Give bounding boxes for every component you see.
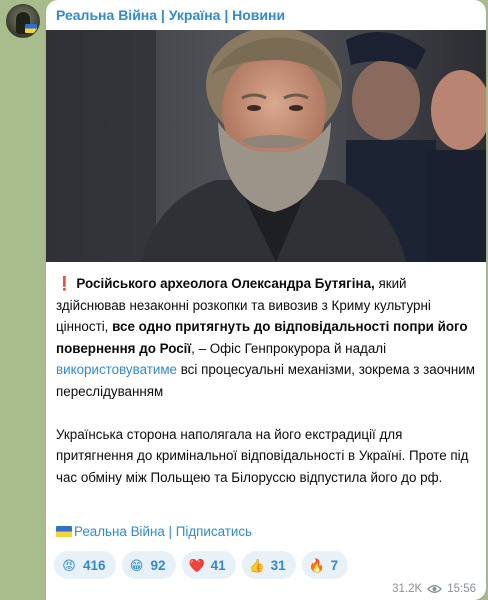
subscribe-label: Реальна Війна | Підписатись: [74, 524, 253, 539]
reaction-count: 41: [210, 557, 226, 573]
reaction-thumbs-up[interactable]: 👍 31: [241, 551, 296, 579]
message-footer: 31.2K 15:56: [392, 583, 476, 595]
post-paragraph-2: Українська сторона наполягала на його ек…: [56, 426, 469, 485]
reaction-count: 7: [330, 557, 339, 573]
channel-avatar[interactable]: [6, 4, 40, 38]
reaction-heart[interactable]: ❤️ 41: [181, 551, 236, 579]
post-text-2: , – Офіс Генпрокурора й надалі: [191, 340, 387, 356]
eye-icon: [427, 585, 443, 593]
fire-icon: 🔥: [308, 557, 325, 573]
reaction-count: 92: [150, 557, 166, 573]
subscribe-link[interactable]: Реальна Війна | Підписатись: [56, 524, 252, 539]
post-bold-1: Російського археолога Олександра Бутягін…: [76, 276, 375, 291]
ukraine-flag-icon: [25, 24, 37, 33]
reaction-angry[interactable]: 😡 416: [54, 551, 116, 579]
reaction-count: 416: [83, 557, 106, 573]
post-paragraph-1: ❗ Російського археолога Олександра Бутяг…: [56, 273, 480, 402]
thumbs-up-icon: 👍: [248, 557, 265, 573]
post-photo-image: [46, 30, 486, 262]
reactions-bar: 😡 416 😁 92 ❤️ 41 👍 31 🔥 7: [54, 551, 349, 579]
post-photo[interactable]: [46, 30, 486, 262]
reaction-count: 31: [270, 557, 286, 573]
channel-name[interactable]: Реальна Війна | Україна | Новини: [56, 7, 285, 23]
post-text: ❗ Російського археолога Олександра Бутяг…: [56, 273, 480, 510]
ukraine-flag-icon: [56, 526, 72, 537]
exclamation-icon: ❗: [56, 276, 73, 291]
message-time: 15:56: [447, 583, 476, 595]
heart-icon: ❤️: [188, 557, 205, 573]
views-count: 31.2K: [392, 583, 423, 595]
reaction-grin[interactable]: 😁 92: [121, 551, 176, 579]
angry-face-icon: 😡: [62, 557, 76, 573]
message-bubble: Реальна Війна | Україна | Новини ❗ Росій…: [46, 0, 486, 600]
grinning-face-icon: 😁: [129, 557, 144, 573]
reaction-fire[interactable]: 🔥 7: [301, 551, 349, 579]
post-link[interactable]: використовуватиме: [56, 362, 177, 377]
